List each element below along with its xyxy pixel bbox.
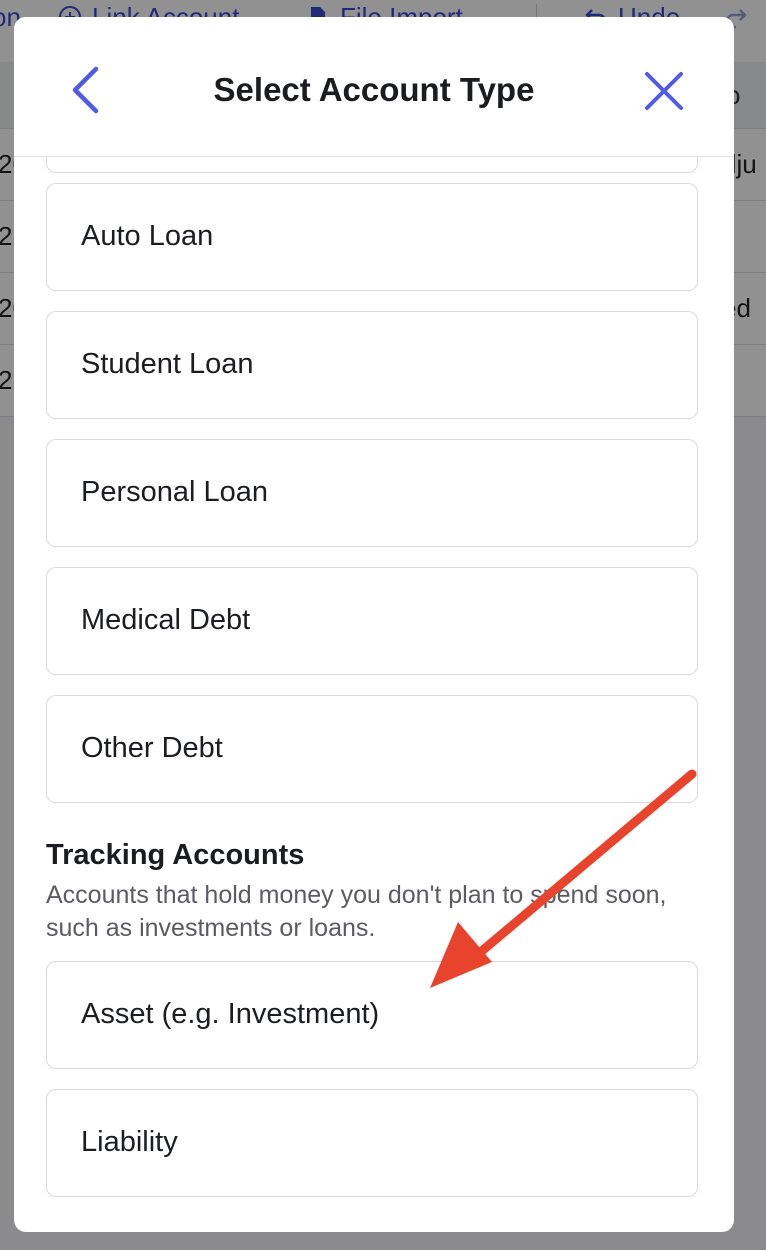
account-type-option-auto-loan[interactable]: Auto Loan xyxy=(46,183,698,291)
account-type-option-medical-debt[interactable]: Medical Debt xyxy=(46,567,698,675)
option-label: Student Loan xyxy=(81,348,254,380)
modal-header: Select Account Type xyxy=(14,17,734,157)
option-label: Asset (e.g. Investment) xyxy=(81,998,380,1030)
close-icon xyxy=(645,72,683,110)
account-type-option-other-debt[interactable]: Other Debt xyxy=(46,695,698,803)
option-label: Medical Debt xyxy=(81,604,251,636)
account-type-option-asset[interactable]: Asset (e.g. Investment) xyxy=(46,961,698,1069)
option-label: Auto Loan xyxy=(81,220,214,252)
tracking-accounts-heading: Tracking Accounts xyxy=(46,839,305,871)
tracking-accounts-description: Accounts that hold money you don't plan … xyxy=(46,881,667,942)
account-type-option-student-loan[interactable]: Student Loan xyxy=(46,311,698,419)
option-label: Liability xyxy=(81,1126,178,1158)
modal-title: Select Account Type xyxy=(213,71,535,108)
option-label: Personal Loan xyxy=(81,476,269,508)
close-button[interactable] xyxy=(642,69,686,113)
account-type-option-liability[interactable]: Liability xyxy=(46,1089,698,1197)
select-account-type-modal: Auto Loan Student Loan Personal Loan Med… xyxy=(14,17,734,1232)
account-type-option-personal-loan[interactable]: Personal Loan xyxy=(46,439,698,547)
option-label: Other Debt xyxy=(81,732,223,764)
modal-body[interactable]: Auto Loan Student Loan Personal Loan Med… xyxy=(14,17,734,1232)
